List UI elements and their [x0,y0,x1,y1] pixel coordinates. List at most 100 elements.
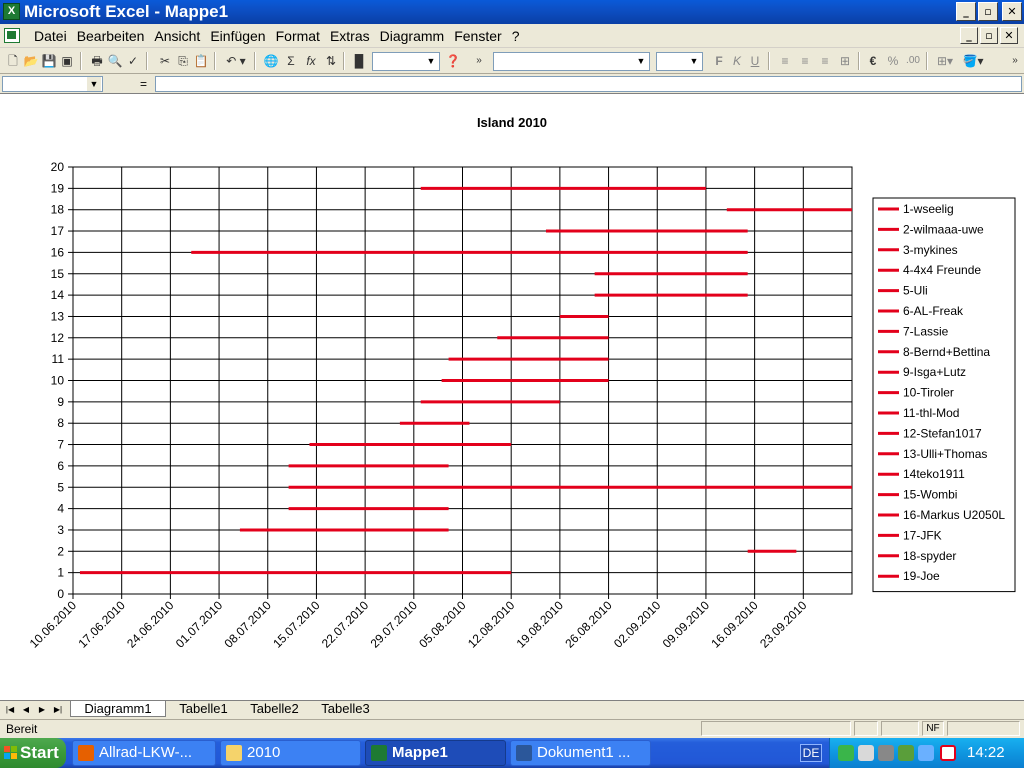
menu-item-bearbeiten[interactable]: Bearbeiten [72,27,150,45]
fill-color-icon[interactable]: 🪣▾ [960,52,986,70]
permission-icon[interactable]: ▣ [58,52,76,70]
legend-label: 2-wilmaaa-uwe [903,222,984,236]
menu-item-fenster[interactable]: Fenster [449,27,506,45]
workbook-icon[interactable] [4,28,20,43]
menu-item-ansicht[interactable]: Ansicht [149,27,205,45]
italic-icon[interactable]: K [728,52,746,70]
doc-restore-button[interactable]: ▫ [980,27,998,44]
font-name-combo[interactable]: ▼ [493,52,650,71]
equals-sign[interactable]: = [140,76,147,92]
chart-sheet[interactable]: Island 2010 0 1 2 3 4 5 6 7 8 9 10 11 12 13 14 15 16 17 18 1… [0,93,1024,701]
sheet-tab-tabelle3[interactable]: Tabelle3 [312,701,379,717]
last-sheet-icon[interactable]: ▶| [51,702,65,717]
percent-icon[interactable]: % [884,52,902,70]
menu-item-extras[interactable]: Extras [325,27,375,45]
status-panel [947,721,1020,736]
safely-remove-icon[interactable] [858,745,874,761]
hyperlink-icon[interactable]: 🌐 [262,52,280,70]
copy-icon[interactable]: ⎘ [174,52,192,70]
close-button[interactable]: ✕ [1002,2,1022,21]
next-sheet-icon[interactable]: ▶ [35,702,49,717]
chevron-down-icon[interactable]: ▼ [687,54,701,69]
taskbar-button[interactable]: Allrad-LKW-... [72,740,216,766]
first-sheet-icon[interactable]: |◀ [3,702,17,717]
toolbar-overflow-icon[interactable]: » [1010,52,1020,70]
network-icon[interactable] [838,745,854,761]
x-tick-label: 05.08.2010 [416,598,469,651]
menu-item-datei[interactable]: Datei [29,27,72,45]
print-preview-icon[interactable]: 🔍 [106,52,124,70]
sheet-tab-tabelle2[interactable]: Tabelle2 [241,701,308,717]
y-tick-label: 0 [57,587,64,601]
gantt-chart[interactable]: Island 201001234567891011121314151617181… [0,94,1024,700]
legend-label: 3-mykines [903,243,958,257]
save-icon[interactable]: 💾 [40,52,58,70]
chart-wizard-icon[interactable]: ▐▌ [350,52,368,70]
start-button[interactable]: Start [0,738,66,768]
print-icon[interactable]: 🖶 [88,52,106,70]
merge-icon[interactable]: ⊞ [836,52,854,70]
firefox-icon [78,745,94,761]
taskbar-button[interactable]: 2010 [220,740,361,766]
underline-icon[interactable]: U [746,52,764,70]
function-icon[interactable]: fx [302,52,320,70]
cut-icon[interactable]: ✂ [156,52,174,70]
zoom-combo[interactable]: ▼ [372,52,440,71]
help-icon[interactable]: ❓ [444,52,462,70]
legend-label: 13-Ulli+Thomas [903,447,987,461]
name-box[interactable]: ▼ [2,76,103,92]
align-right-icon[interactable]: ≡ [816,52,834,70]
y-tick-label: 18 [51,203,65,217]
menu-item-einfügen[interactable]: Einfügen [205,27,270,45]
maximize-button[interactable]: ▫ [978,2,998,21]
doc-minimize-button[interactable]: _ [960,27,978,44]
open-icon[interactable]: 📂 [22,52,40,70]
minimize-button[interactable]: _ [956,2,976,21]
chevron-down-icon[interactable]: ▼ [87,77,101,91]
x-tick-label: 08.07.2010 [222,598,275,651]
sort-icon[interactable]: ⇅ [322,52,340,70]
display-icon[interactable] [918,745,934,761]
menu-items: Datei Bearbeiten Ansicht Einfügen Format Extr… [29,27,524,45]
y-tick-label: 4 [57,502,64,516]
taskbar-button-label: Dokument1 ... [537,744,631,761]
document-controls: _ ▫ ✕ [960,27,1018,44]
autosum-icon[interactable]: Σ [282,52,300,70]
excel-icon[interactable]: X [3,3,20,20]
euro-icon[interactable]: € [864,52,882,70]
borders-icon[interactable]: ⊞▾ [932,52,958,70]
legend-label: 11-thl-Mod [903,406,959,420]
language-indicator[interactable]: DE [800,744,822,762]
formula-input[interactable] [155,76,1022,92]
align-center-icon[interactable]: ≡ [796,52,814,70]
taskbar-button[interactable]: Dokument1 ... [510,740,651,766]
legend-label: 15-Wombi [903,488,957,502]
clock[interactable]: 14:22 [967,738,1005,768]
font-size-combo[interactable]: ▼ [656,52,703,71]
sheet-tab-tabelle1[interactable]: Tabelle1 [170,701,237,717]
new-icon[interactable]: 🗋 [4,52,22,70]
chevron-down-icon[interactable]: ▼ [424,54,438,69]
antivirus-icon[interactable] [940,745,956,761]
chevron-down-icon[interactable]: ▼ [634,54,648,69]
speaker-icon[interactable] [878,745,894,761]
update-icon[interactable] [898,745,914,761]
spelling-icon[interactable]: ✓ [124,52,142,70]
bold-icon[interactable]: F [710,52,728,70]
menu-item-diagramm[interactable]: Diagramm [375,27,450,45]
sheet-tab-diagramm1[interactable]: Diagramm1 [70,701,166,717]
taskbar-button-label: Mappe1 [392,744,448,761]
decimal-icon[interactable]: .00 [904,52,922,70]
status-panel [701,721,851,736]
menu-item-[interactable]: ? [507,27,525,45]
menu-item-format[interactable]: Format [271,27,325,45]
toolbar-overflow-icon[interactable]: » [474,52,484,70]
paste-icon[interactable]: 📋 [192,52,210,70]
x-tick-label: 12.08.2010 [465,598,518,651]
doc-close-button[interactable]: ✕ [1000,27,1018,44]
taskbar-button[interactable]: Mappe1 [365,740,506,766]
undo-icon[interactable]: ↶ ▾ [222,52,250,70]
start-label: Start [20,743,59,762]
prev-sheet-icon[interactable]: ◀ [19,702,33,717]
align-left-icon[interactable]: ≡ [776,52,794,70]
